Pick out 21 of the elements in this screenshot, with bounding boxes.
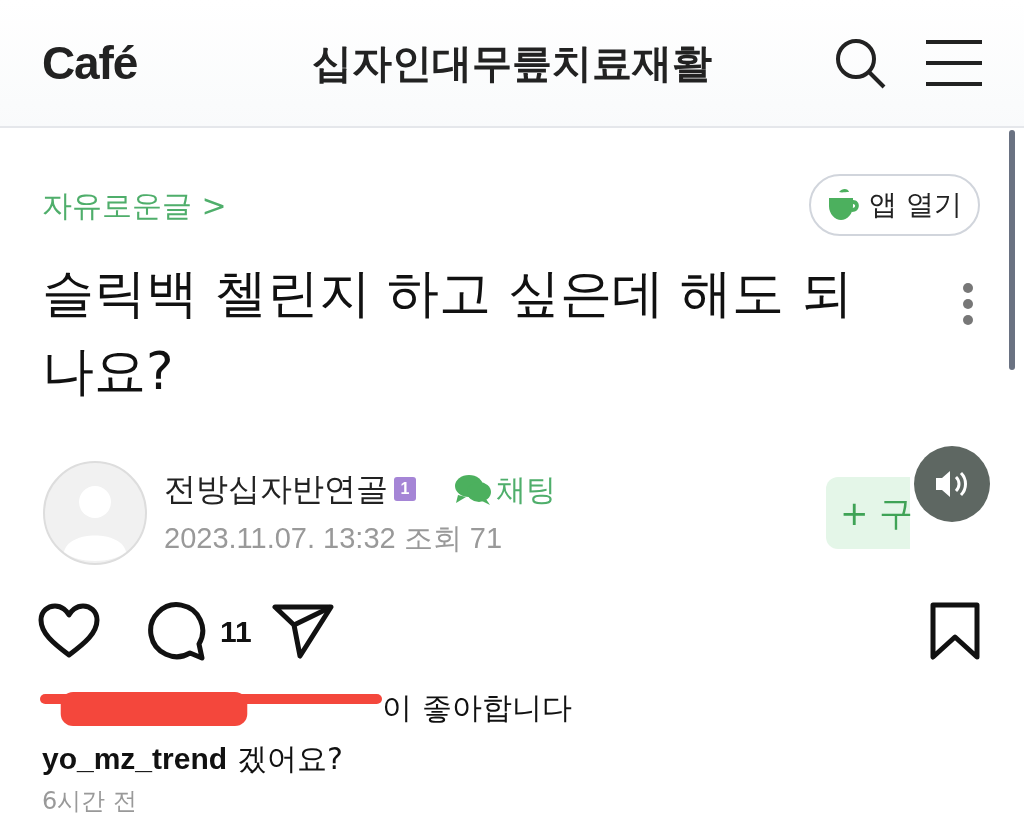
open-app-button[interactable]: 앱 열기 (809, 174, 980, 236)
post-meta: 2023.11.07. 13:32 조회 71 (164, 521, 504, 557)
cafe-logo[interactable]: Café (42, 28, 242, 98)
author-name[interactable]: 전방십자반연골 (164, 465, 388, 514)
search-icon[interactable] (834, 37, 886, 89)
send-icon[interactable] (271, 603, 334, 659)
caption-username[interactable]: yo_mz_trend (42, 736, 228, 781)
level-badge: 1 (394, 477, 416, 502)
menu-icon[interactable] (926, 40, 982, 86)
heart-icon[interactable] (38, 603, 100, 659)
comment-count: 11 (220, 613, 252, 650)
likes-text: 이 좋아합니다 (382, 688, 572, 727)
scrollbar[interactable] (1009, 130, 1015, 370)
caption-text: 겠어요? (237, 740, 343, 778)
speaker-button[interactable] (914, 446, 990, 522)
more-icon[interactable] (962, 282, 974, 326)
post-time: 6시간 전 (41, 786, 138, 817)
chat-icon (454, 473, 492, 506)
bookmark-icon[interactable] (930, 602, 980, 660)
post-title: 슬릭백 첼린지 하고 싶은데 해도 되나요? (42, 262, 854, 403)
cafe-title: 십자인대무릎치료재활 (311, 39, 713, 88)
